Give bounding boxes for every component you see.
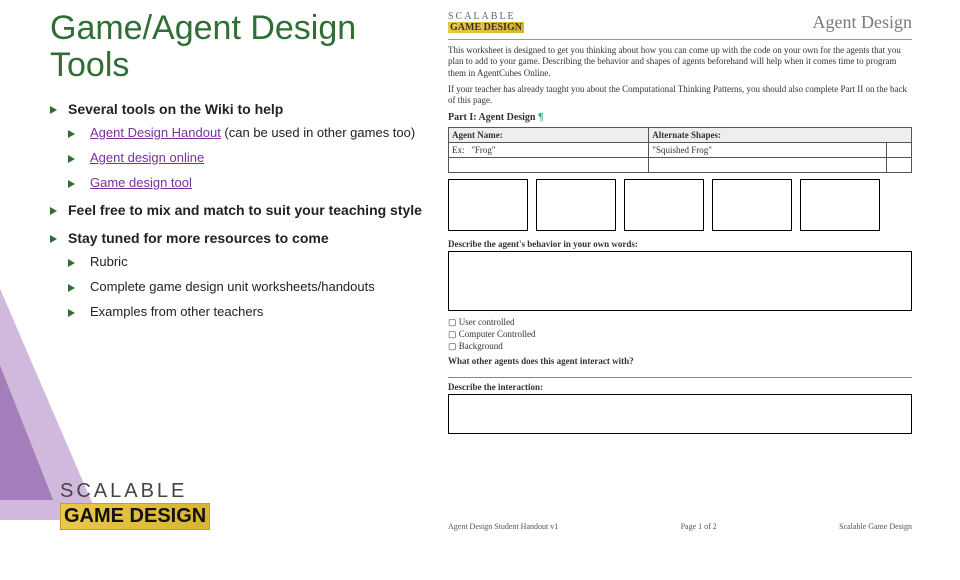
bullet-staytuned: Stay tuned for more resources to come Ru…: [50, 230, 440, 319]
scalable-game-design-logo: SCALABLE GAME DESIGN: [60, 480, 246, 530]
describe-label: Describe the agent's behavior in your ow…: [448, 239, 912, 249]
th-agent-name: Agent Name:: [449, 128, 649, 143]
logo-row2: GAME DESIGN: [60, 503, 210, 530]
slide-text-content: Game/Agent Design Tools Several tools on…: [50, 10, 440, 331]
shape-cell: [800, 179, 880, 231]
worksheet-intro: This worksheet is designed to get you th…: [448, 45, 912, 79]
bullet-tools: Several tools on the Wiki to help Agent …: [50, 101, 440, 190]
agent-design-handout-link[interactable]: Agent Design Handout: [90, 125, 221, 140]
chevron-right-icon: [68, 259, 75, 267]
chevron-right-icon: [68, 180, 75, 188]
shape-cell: [624, 179, 704, 231]
chevron-right-icon: [50, 207, 57, 215]
sub-handout: Agent Design Handout (can be used in oth…: [68, 125, 440, 140]
chevron-right-icon: [68, 155, 75, 163]
opt-computer: Computer Controlled: [448, 329, 912, 340]
shape-cell: [536, 179, 616, 231]
worksheet-title: Agent Design: [813, 12, 912, 33]
worksheet-preview: SCALABLE GAME DESIGN Agent Design This w…: [430, 5, 930, 535]
sub-online: Agent design online: [68, 150, 440, 165]
blank-line: [448, 368, 912, 378]
worksheet-footer: Agent Design Student Handout v1 Page 1 o…: [448, 522, 912, 531]
sub-gametool: Game design tool: [68, 175, 440, 190]
shape-cell: [712, 179, 792, 231]
agent-name-table: Agent Name:Alternate Shapes: Ex: "Frog""…: [448, 127, 912, 173]
worksheet-part1-heading: Part I: Agent Design ¶: [448, 112, 912, 123]
bullet-text: Examples from other teachers: [90, 304, 263, 319]
pilcrow-icon: ¶: [538, 112, 543, 123]
interact-label: What other agents does this agent intera…: [448, 356, 912, 366]
shape-cells: [448, 179, 912, 231]
sub-worksheets: Complete game design unit worksheets/han…: [68, 279, 440, 294]
worksheet-teacher-note: If your teacher has already taught you a…: [448, 84, 912, 107]
control-options: User controlled Computer Controlled Back…: [448, 317, 912, 352]
bullet-text: Feel free to mix and match to suit your …: [68, 202, 422, 218]
bullet-text: (can be used in other games too): [221, 125, 415, 140]
sub-rubric: Rubric: [68, 254, 440, 269]
slide-title: Game/Agent Design Tools: [50, 10, 440, 85]
opt-user: User controlled: [448, 317, 912, 328]
agent-design-online-link[interactable]: Agent design online: [90, 150, 204, 165]
bullet-text: Complete game design unit worksheets/han…: [90, 279, 375, 294]
chevron-right-icon: [50, 235, 57, 243]
divider: [448, 39, 912, 40]
th-alt-shapes: Alternate Shapes:: [649, 128, 912, 143]
logo-row1: SCALABLE: [60, 480, 246, 503]
describe-interaction-label: Describe the interaction:: [448, 382, 912, 392]
shape-cell: [448, 179, 528, 231]
worksheet-logo: SCALABLE GAME DESIGN: [448, 11, 524, 33]
interaction-box: [448, 394, 912, 434]
bullet-text: Stay tuned for more resources to come: [68, 230, 329, 246]
chevron-right-icon: [68, 130, 75, 138]
chevron-right-icon: [68, 309, 75, 317]
bullet-mixmatch: Feel free to mix and match to suit your …: [50, 202, 440, 218]
sub-examples: Examples from other teachers: [68, 304, 440, 319]
chevron-right-icon: [68, 284, 75, 292]
describe-box: [448, 251, 912, 311]
game-design-tool-link[interactable]: Game design tool: [90, 175, 192, 190]
bullet-text: Several tools on the Wiki to help: [68, 101, 283, 117]
chevron-right-icon: [50, 106, 57, 114]
bullet-text: Rubric: [90, 254, 128, 269]
opt-background: Background: [448, 341, 912, 352]
